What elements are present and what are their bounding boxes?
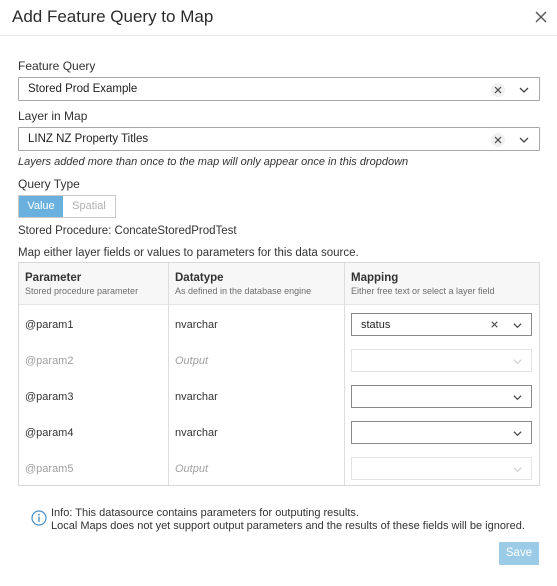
add-feature-query-dialog: Add Feature Query to Map Feature Query S… <box>0 0 557 586</box>
clear-icon[interactable] <box>491 133 505 147</box>
table-row-param: @param4 <box>25 427 74 439</box>
chevron-down-icon[interactable] <box>512 320 523 331</box>
clear-icon[interactable] <box>488 318 501 331</box>
mapping-value: status <box>361 319 391 331</box>
query-type-value-button[interactable]: Value <box>19 196 63 217</box>
save-button[interactable]: Save <box>499 542 539 565</box>
feature-query-select[interactable]: Stored Prod Example <box>18 77 540 101</box>
table-header <box>19 263 539 305</box>
table-row-datatype: Output <box>175 463 209 475</box>
mapping-select-disabled <box>351 457 532 480</box>
table-row-datatype: nvarchar <box>175 427 218 439</box>
close-icon[interactable] <box>533 9 549 25</box>
chevron-down-icon[interactable] <box>518 84 530 96</box>
layer-label: Layer in Map <box>18 109 88 123</box>
chevron-down-icon[interactable] <box>512 428 523 439</box>
query-type-spatial-button[interactable]: Spatial <box>63 196 115 217</box>
header-mapping-sub: Either free text or select a layer field <box>351 286 495 296</box>
header-datatype-sub: As defined in the database engine <box>175 286 312 296</box>
chevron-down-icon[interactable] <box>512 392 523 403</box>
table-row-datatype: nvarchar <box>175 391 218 403</box>
table-row-param: @param1 <box>25 319 74 331</box>
table-row-datatype: nvarchar <box>175 319 218 331</box>
chevron-down-icon[interactable] <box>518 134 530 146</box>
dialog-header: Add Feature Query to Map <box>0 0 557 36</box>
layer-value: LINZ NZ Property Titles <box>28 133 149 145</box>
query-type-label: Query Type <box>18 177 80 191</box>
mapping-select[interactable]: status <box>351 313 532 336</box>
table-row-param: @param2 <box>25 355 74 367</box>
mapping-select[interactable] <box>351 421 532 444</box>
chevron-down-icon <box>513 467 522 473</box>
query-type-toggle: Value Spatial <box>18 195 116 218</box>
header-parameter-sub: Stored procedure parameter <box>25 286 139 296</box>
info-line-1: Info: This datasource contains parameter… <box>51 507 359 519</box>
chevron-down-icon <box>513 359 522 365</box>
feature-query-value: Stored Prod Example <box>28 83 138 95</box>
table-row-param: @param5 <box>25 463 74 475</box>
info-icon <box>31 510 47 526</box>
stored-procedure-text: Stored Procedure: ConcateStoredProdTest <box>18 225 237 237</box>
parameter-table: Parameter Stored procedure parameter Dat… <box>18 262 540 486</box>
table-row-param: @param3 <box>25 391 74 403</box>
mapping-instructions: Map either layer fields or values to par… <box>18 247 359 259</box>
clear-icon[interactable] <box>491 83 505 97</box>
table-row-datatype: Output <box>175 355 209 367</box>
mapping-select[interactable] <box>351 385 532 408</box>
header-datatype: Datatype <box>175 272 224 284</box>
header-parameter: Parameter <box>25 272 82 284</box>
info-text: Info: This datasource contains parameter… <box>51 507 531 533</box>
layer-hint: Layers added more than once to the map w… <box>18 156 409 168</box>
layer-select[interactable]: LINZ NZ Property Titles <box>18 127 540 151</box>
info-line-2: Local Maps does not yet support output p… <box>51 520 525 532</box>
dialog-title: Add Feature Query to Map <box>12 7 214 26</box>
header-mapping: Mapping <box>351 272 399 284</box>
mapping-select-disabled <box>351 349 532 372</box>
feature-query-label: Feature Query <box>18 59 96 73</box>
